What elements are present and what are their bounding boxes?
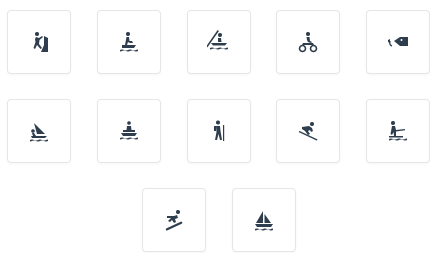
rock-climbing-tile[interactable] — [7, 10, 71, 74]
skiing-tile[interactable] — [276, 99, 340, 163]
activity-icon-grid — [0, 0, 430, 253]
water-skiing-icon — [386, 119, 410, 143]
rock-climbing-icon — [27, 30, 51, 54]
kayaking-tile[interactable] — [187, 10, 251, 74]
boat-tour-tile[interactable] — [97, 99, 161, 163]
boat-tour-icon — [117, 119, 141, 143]
fishing-tile[interactable] — [366, 10, 430, 74]
hiking-icon — [207, 119, 231, 143]
hiking-tile[interactable] — [187, 99, 251, 163]
windsurfing-icon — [27, 119, 51, 143]
snowboarding-tile[interactable] — [142, 188, 206, 252]
windsurfing-tile[interactable] — [7, 99, 71, 163]
jet-ski-tile[interactable] — [97, 10, 161, 74]
sailing-tile[interactable] — [232, 188, 296, 252]
atv-icon — [296, 30, 320, 54]
sailing-icon — [252, 208, 276, 232]
fishing-icon — [386, 30, 410, 54]
skiing-icon — [296, 119, 320, 143]
jet-ski-icon — [117, 30, 141, 54]
kayaking-icon — [207, 30, 231, 54]
atv-tile[interactable] — [276, 10, 340, 74]
water-skiing-tile[interactable] — [366, 99, 430, 163]
snowboarding-icon — [162, 208, 186, 232]
